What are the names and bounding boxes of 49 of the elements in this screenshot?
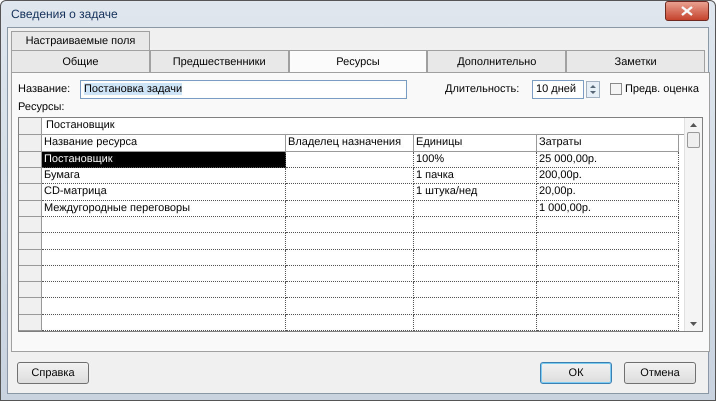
estimate-label: Предв. оценка xyxy=(625,83,699,95)
row-header[interactable] xyxy=(19,282,42,298)
ok-button[interactable]: ОК xyxy=(540,362,612,384)
help-button[interactable]: Справка xyxy=(17,362,89,384)
duration-field[interactable]: 10 дней xyxy=(532,80,584,98)
tab[interactable]: Дополнительно xyxy=(427,50,566,72)
row-header[interactable] xyxy=(19,233,42,250)
scroll-thumb[interactable] xyxy=(687,132,700,148)
row-header[interactable] xyxy=(19,168,42,184)
estimate-checkbox[interactable] xyxy=(610,83,622,95)
row-header[interactable] xyxy=(19,152,42,168)
row-header[interactable] xyxy=(19,298,42,315)
scrollbar[interactable] xyxy=(684,118,702,331)
table-cell: 1 штука/нед xyxy=(414,184,537,201)
table-cell: Междугородные переговоры xyxy=(42,200,286,217)
row-header[interactable] xyxy=(19,200,42,217)
window-title: Сведения о задаче xyxy=(10,7,118,21)
column-header[interactable]: Единицы xyxy=(414,135,537,152)
cancel-button[interactable]: Отмена xyxy=(624,362,696,384)
close-icon xyxy=(681,6,693,16)
table-cell: Постановщик xyxy=(42,152,286,168)
row-header[interactable] xyxy=(19,250,42,266)
edit-bar-text[interactable]: Постановщик xyxy=(42,118,115,134)
row-header[interactable] xyxy=(19,266,42,282)
table-cell: 20,00р. xyxy=(537,184,679,201)
table-cell: 200,00р. xyxy=(537,168,679,184)
resources-label: Ресурсы: xyxy=(18,101,66,113)
row-header[interactable] xyxy=(19,184,42,201)
column-header[interactable]: Затраты xyxy=(537,135,679,152)
table-cell: Бумага xyxy=(42,168,286,184)
table-cell: 1 000,00р. xyxy=(537,200,679,217)
table-cell: 100% xyxy=(414,152,537,168)
column-header[interactable]: Владелец назначения xyxy=(286,135,414,152)
row-header[interactable] xyxy=(19,314,42,332)
table-cell: CD-матрица xyxy=(42,184,286,201)
close-button[interactable] xyxy=(665,1,709,21)
tab[interactable]: Настраиваемые поля xyxy=(11,31,150,50)
tab[interactable]: Ресурсы xyxy=(288,50,428,72)
tab[interactable]: Предшественники xyxy=(150,50,289,72)
spin-button[interactable] xyxy=(586,80,600,98)
column-header[interactable]: Название ресурса xyxy=(42,135,286,152)
duration-label: Длительность: xyxy=(445,83,520,95)
name-label: Название: xyxy=(18,83,72,95)
tab[interactable]: Заметки xyxy=(566,50,705,72)
tab[interactable]: Общие xyxy=(11,50,150,72)
table-cell: 25 000,00р. xyxy=(537,152,679,168)
row-header[interactable] xyxy=(19,216,42,234)
name-field[interactable]: Постановка задачи xyxy=(80,80,407,98)
table-cell: 1 пачка xyxy=(414,168,537,184)
